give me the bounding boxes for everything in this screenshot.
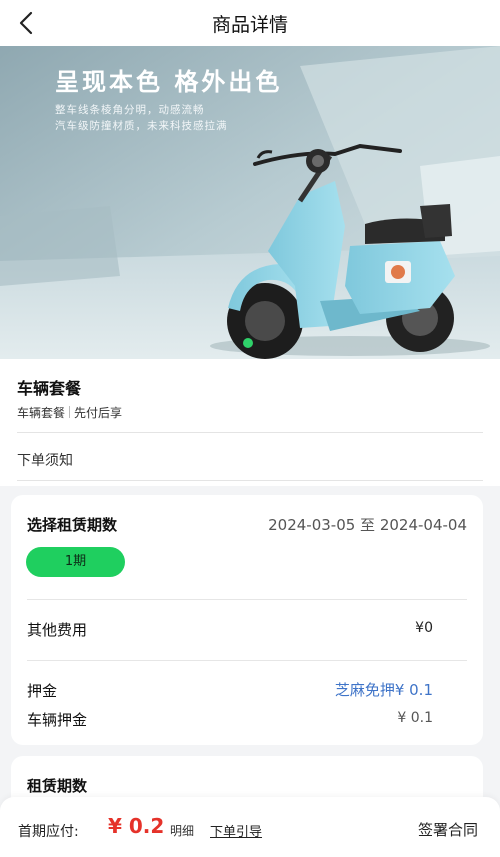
product-hero-image: 呈现本色 格外出色 整车线条棱角分明，动感流畅 汽车级防撞材质，未来科技感拉满 bbox=[0, 46, 500, 359]
rental-options-card: 选择租赁期数 2024-03-05 至 2024-04-04 1期 其他费用 ¥… bbox=[11, 495, 483, 745]
other-fees-value: ¥0 bbox=[415, 620, 433, 636]
package-info-section: 车辆套餐 车辆套餐 先付后享 下单须知 bbox=[0, 359, 500, 486]
hero-subtitle-line1: 整车线条棱角分明，动感流畅 bbox=[55, 104, 205, 116]
other-fees-label: 其他费用 bbox=[27, 621, 88, 639]
sign-contract-button[interactable]: 签署合同 bbox=[418, 819, 478, 840]
rental-periods-label: 租赁期数 bbox=[27, 777, 88, 795]
vehicle-deposit-label: 车辆押金 bbox=[27, 711, 88, 729]
rental-period-label: 选择租赁期数 bbox=[27, 516, 118, 534]
first-payment-label: 首期应付: bbox=[18, 824, 79, 840]
divider bbox=[17, 480, 483, 481]
hero-title: 呈现本色 格外出色 bbox=[55, 68, 283, 96]
package-tag: 先付后享 bbox=[74, 406, 123, 420]
top-nav-bar: 商品详情 bbox=[0, 0, 500, 46]
hero-subtitle-line2: 汽车级防撞材质，未来科技感拉满 bbox=[55, 120, 228, 132]
package-title: 车辆套餐 bbox=[17, 379, 82, 398]
rental-date-range: 2024-03-05 至 2024-04-04 bbox=[268, 516, 467, 534]
order-notice-link[interactable]: 下单须知 bbox=[17, 450, 73, 470]
package-tag: 车辆套餐 bbox=[17, 406, 66, 420]
page-title: 商品详情 bbox=[211, 14, 288, 36]
order-guide-link[interactable]: 下单引导 bbox=[210, 821, 262, 840]
divider bbox=[27, 660, 467, 661]
tag-separator bbox=[69, 406, 71, 418]
first-payment-price: ¥ 0.2 bbox=[108, 814, 165, 838]
vehicle-deposit-value: ¥ 0.1 bbox=[397, 710, 433, 726]
price-detail-link[interactable]: 明细 bbox=[170, 822, 194, 839]
deposit-label: 押金 bbox=[27, 682, 58, 700]
package-tags: 车辆套餐 先付后享 bbox=[17, 404, 122, 421]
zhima-deposit-free-link[interactable]: 芝麻免押¥ 0.1 bbox=[335, 679, 433, 700]
bottom-action-bar: 首期应付: ¥ 0.2 明细 下单引导 签署合同 bbox=[0, 797, 500, 857]
divider bbox=[27, 599, 467, 600]
divider bbox=[17, 432, 483, 433]
period-option-selected[interactable]: 1期 bbox=[26, 547, 125, 577]
